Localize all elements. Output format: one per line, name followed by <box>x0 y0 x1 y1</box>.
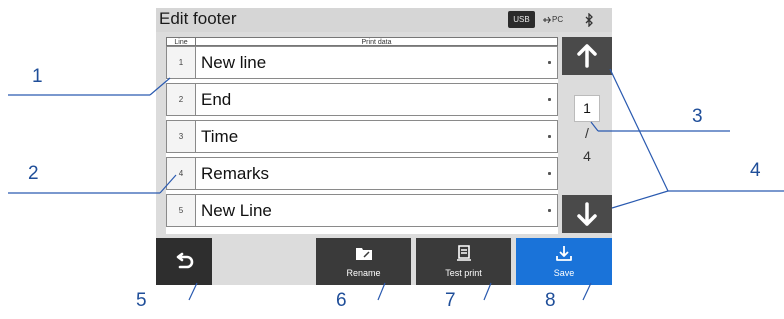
rename-label: Rename <box>346 268 381 278</box>
callout-label: 5 <box>136 290 147 311</box>
usb-status-badge: USB <box>508 11 535 28</box>
callout-label: 2 <box>28 163 39 184</box>
edit-dot-icon <box>548 61 551 64</box>
print-data-field[interactable]: New Line <box>196 194 558 227</box>
callout-label: 1 <box>32 66 43 87</box>
scroll-up-button[interactable] <box>562 37 612 75</box>
scroll-down-button[interactable] <box>562 195 612 233</box>
print-data-text: Time <box>201 127 239 146</box>
print-data-field[interactable]: Time <box>196 120 558 153</box>
receipt-icon <box>456 245 471 261</box>
callout-label: 8 <box>545 290 556 311</box>
page-separator: / <box>585 125 589 141</box>
total-pages: 4 <box>583 148 591 164</box>
back-button[interactable] <box>156 238 212 285</box>
save-button[interactable]: Save <box>516 238 612 285</box>
print-data-text: Remarks <box>201 164 270 183</box>
pc-connection-indicator: PC <box>542 11 563 28</box>
title-bar: Edit footer USB PC <box>156 8 612 32</box>
line-number: 1 <box>166 46 196 79</box>
bluetooth-icon <box>584 11 594 28</box>
printer-screen: Edit footer USB PC Line Print data 1 New… <box>156 8 612 285</box>
test-print-label: Test print <box>445 268 482 278</box>
usb-label: USB <box>513 15 530 24</box>
table-row[interactable]: 2 End <box>166 83 558 116</box>
callout-label: 7 <box>445 290 456 311</box>
edit-dot-icon <box>548 172 551 175</box>
line-number: 5 <box>166 194 196 227</box>
table-row[interactable]: 3 Time <box>166 120 558 153</box>
print-data-field[interactable]: New line <box>196 46 558 79</box>
callout-label: 6 <box>336 290 347 311</box>
save-label: Save <box>553 268 575 278</box>
edit-dot-icon <box>548 209 551 212</box>
edit-dot-icon <box>548 135 551 138</box>
table-row[interactable]: 5 New Line <box>166 194 558 227</box>
download-icon <box>556 246 572 261</box>
table-row[interactable]: 4 Remarks <box>166 157 558 190</box>
column-header-line: Line <box>166 37 196 46</box>
arrow-down-icon <box>577 202 597 226</box>
print-data-text: New Line <box>201 201 272 220</box>
line-number: 3 <box>166 120 196 153</box>
plug-icon <box>543 16 551 23</box>
line-number: 4 <box>166 157 196 190</box>
print-data-table: Line Print data 1 New line 2 End 3 Time … <box>166 37 558 234</box>
bottom-toolbar: Rename Test print Save <box>156 238 612 285</box>
print-data-field[interactable]: Remarks <box>196 157 558 190</box>
print-data-text: New line <box>201 53 267 72</box>
rename-button[interactable]: Rename <box>316 238 411 285</box>
pc-label: PC <box>552 15 564 24</box>
back-arrow-icon <box>176 252 194 269</box>
print-data-text: End <box>201 90 232 109</box>
current-page-indicator: 1 <box>574 95 600 122</box>
callout-label: 4 <box>750 160 761 181</box>
table-row[interactable]: 1 New line <box>166 46 558 79</box>
line-number: 2 <box>166 83 196 116</box>
arrow-up-icon <box>577 44 597 68</box>
edit-dot-icon <box>548 98 551 101</box>
folder-edit-icon <box>355 248 372 260</box>
callout-label: 3 <box>692 106 703 127</box>
test-print-button[interactable]: Test print <box>416 238 511 285</box>
page-title: Edit footer <box>159 9 237 28</box>
print-data-field[interactable]: End <box>196 83 558 116</box>
column-header-print-data: Print data <box>196 37 558 46</box>
